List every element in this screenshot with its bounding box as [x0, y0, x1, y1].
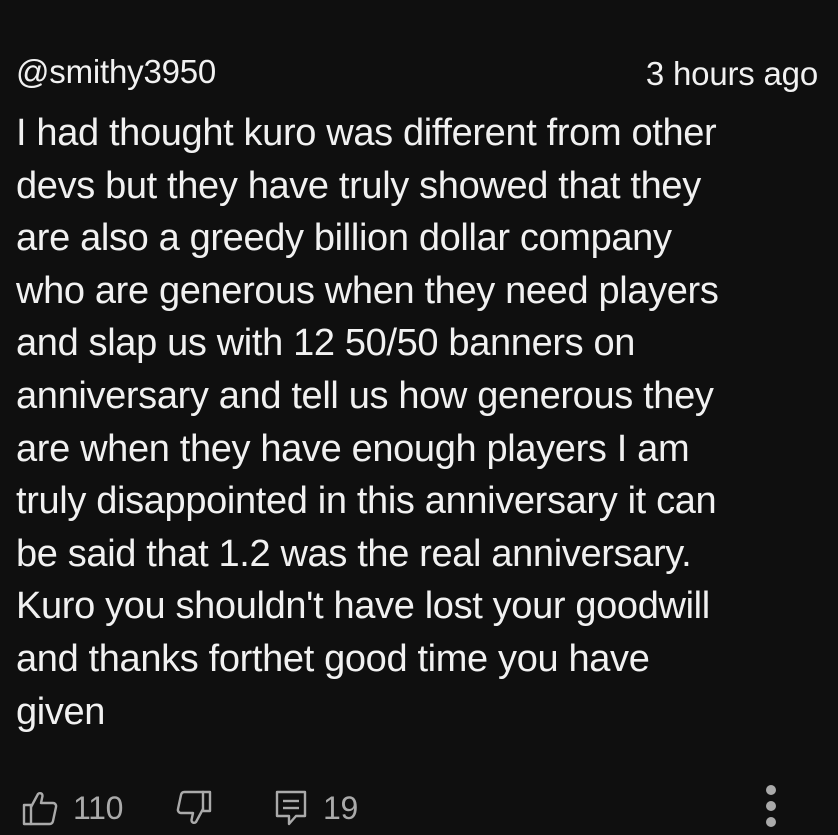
- more-options-button[interactable]: [756, 784, 786, 832]
- comment-text: I had thought kuro was different from ot…: [16, 112, 719, 733]
- reply-count: 19: [323, 790, 358, 826]
- like-button[interactable]: 110: [22, 784, 123, 832]
- more-vertical-icon: [764, 782, 778, 835]
- comment-card: @smithy3950 3 hours ago I had thought ku…: [0, 0, 838, 835]
- thumbs-up-icon: [22, 790, 58, 826]
- comment-actions: 110 19: [0, 784, 838, 832]
- comment-timestamp: 3 hours ago: [645, 55, 818, 92]
- reply-comment-icon: [274, 789, 308, 827]
- like-count: 110: [73, 790, 124, 826]
- comment-author[interactable]: @smithy3950: [16, 52, 216, 92]
- dislike-button[interactable]: [176, 784, 212, 832]
- reply-button[interactable]: 19: [274, 784, 358, 832]
- thumbs-down-icon: [176, 790, 212, 826]
